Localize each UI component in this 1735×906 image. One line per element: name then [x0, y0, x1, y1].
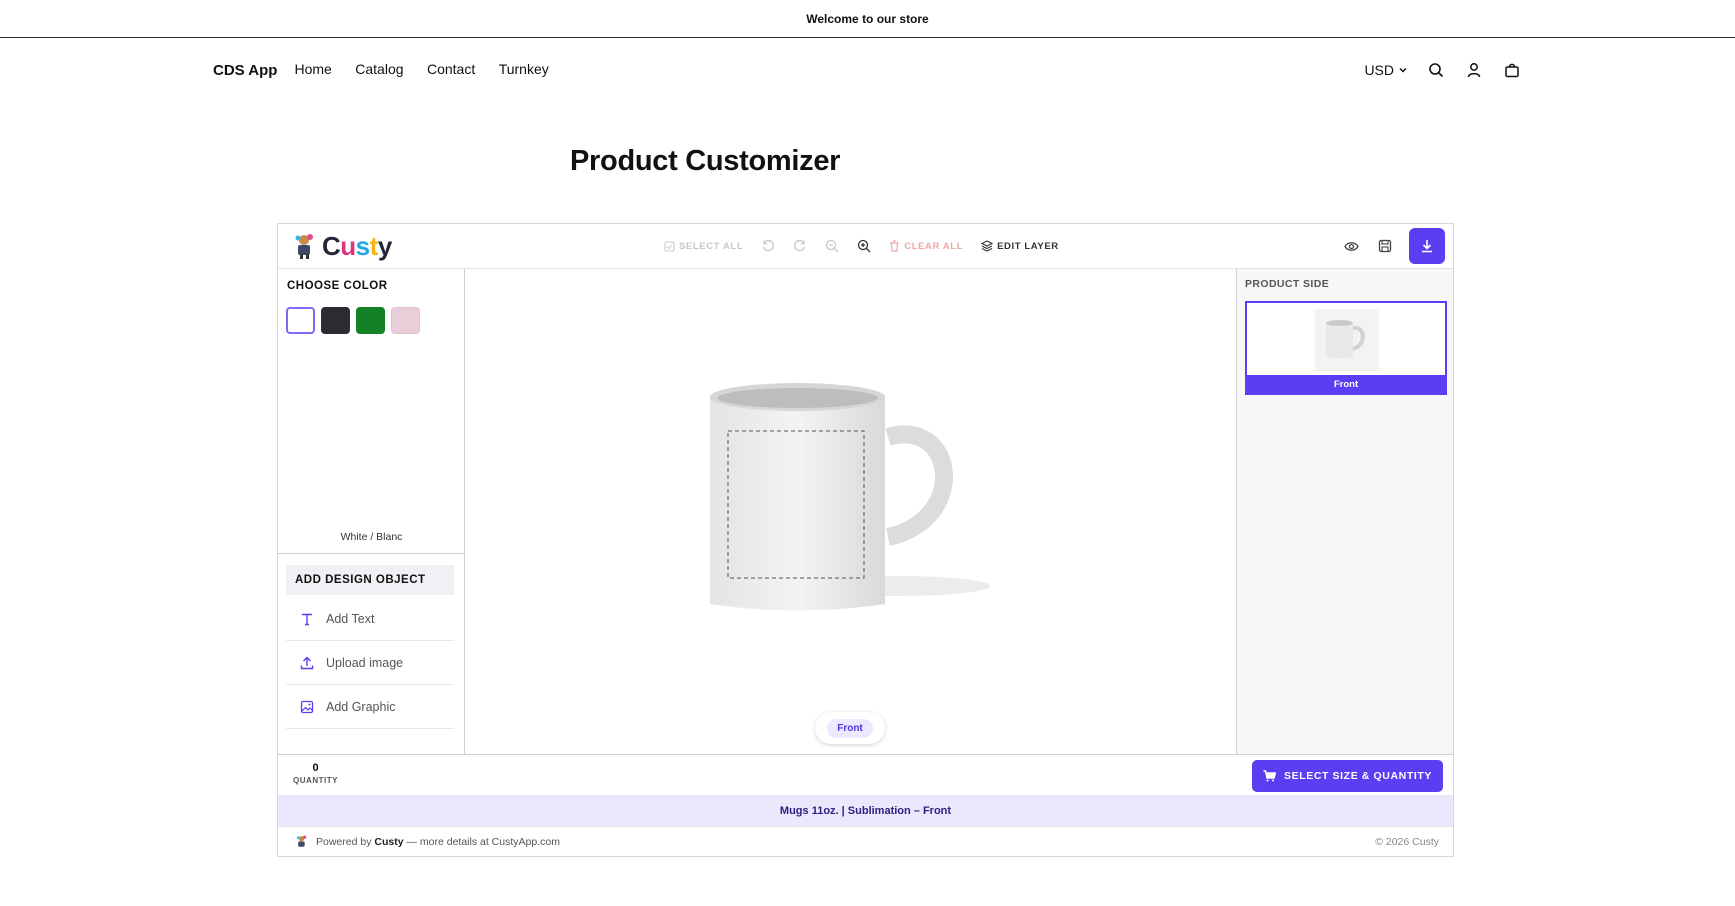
side-thumbnail [1315, 309, 1379, 371]
mug-product-image [710, 383, 990, 611]
divider [278, 553, 465, 554]
add-text-button[interactable]: Add Text [286, 597, 454, 641]
main-nav: Home Catalog Contact Turnkey [294, 61, 567, 79]
image-icon [300, 700, 314, 713]
design-actions-list: Add Text Upload image Add Graphic [286, 597, 454, 729]
quantity-value: 0 [312, 762, 319, 774]
upload-image-label: Upload image [326, 655, 404, 670]
side-card-label: Front [1247, 375, 1445, 393]
layers-icon [981, 240, 994, 252]
color-swatches [286, 307, 420, 334]
search-icon[interactable] [1426, 60, 1446, 80]
mug-thumbnail-image [1326, 320, 1365, 359]
announcement-bar: Welcome to our store [0, 0, 1735, 38]
edit-layer-label: EDIT LAYER [997, 240, 1059, 252]
mascot-icon [295, 234, 313, 259]
store-brand[interactable]: CDS App [213, 62, 277, 79]
bottom-bar: 0 QUANTITY SELECT SIZE & QUANTITY [278, 754, 1453, 795]
download-button[interactable] [1409, 228, 1445, 264]
upload-image-button[interactable]: Upload image [286, 641, 454, 685]
save-icon [1378, 239, 1392, 253]
download-icon [1422, 240, 1432, 253]
powered-suffix: — more details at CustyApp.com [406, 835, 560, 848]
color-swatch-white[interactable] [286, 307, 315, 334]
mascot-icon [296, 835, 307, 847]
preview-button[interactable] [1341, 236, 1361, 256]
chevron-down-icon [1399, 67, 1407, 73]
upload-icon [300, 656, 314, 669]
store-header: CDS App Home Catalog Contact Turnkey USD [213, 52, 1522, 88]
clear-all-label: CLEAR ALL [904, 240, 964, 252]
color-swatch-green[interactable] [356, 307, 385, 334]
design-canvas[interactable]: Front [465, 269, 1237, 754]
customizer-toolbar: Custy SELECT ALL CLEAR ALL EDIT LAYER [278, 224, 1453, 269]
redo-icon [794, 239, 806, 252]
select-all-button[interactable]: SELECT ALL [664, 241, 743, 252]
zoom-in-button[interactable] [857, 239, 871, 253]
header-actions: USD [1364, 60, 1522, 80]
clear-all-button[interactable]: CLEAR ALL [889, 240, 963, 252]
edit-tools: SELECT ALL CLEAR ALL EDIT LAYER [664, 239, 1059, 253]
nav-catalog[interactable]: Catalog [355, 61, 403, 77]
color-swatch-pink[interactable] [391, 307, 420, 334]
announcement-text: Welcome to our store [806, 11, 929, 26]
select-all-label: SELECT ALL [679, 240, 744, 252]
add-graphic-button[interactable]: Add Graphic [286, 685, 454, 729]
right-panel: PRODUCT SIDE Front [1237, 269, 1453, 754]
page-title: Product Customizer [570, 145, 841, 177]
color-swatch-black[interactable] [321, 307, 350, 334]
save-button[interactable] [1375, 236, 1395, 256]
add-design-label: ADD DESIGN OBJECT [295, 574, 426, 586]
side-card-front[interactable]: Front [1245, 301, 1447, 395]
redo-button[interactable] [793, 239, 807, 253]
select-size-quantity-button[interactable]: SELECT SIZE & QUANTITY [1252, 760, 1443, 792]
selected-color-name: White / Blanc [340, 531, 403, 543]
product-summary-bar: Mugs 11oz. | Sublimation – Front [278, 795, 1453, 826]
choose-color-label: CHOOSE COLOR [287, 280, 388, 292]
left-panel: CHOOSE COLOR White / Blanc ADD DESIGN OB… [278, 269, 465, 754]
add-graphic-label: Add Graphic [326, 699, 396, 714]
copyright: © 2026 Custy [1375, 835, 1439, 848]
customizer-footer: Powered by Custy — more details at Custy… [278, 826, 1453, 856]
quantity-label: QUANTITY [293, 776, 338, 785]
currency-value: USD [1364, 62, 1394, 78]
trash-icon [890, 240, 900, 252]
undo-icon [763, 239, 775, 252]
product-summary: Mugs 11oz. | Sublimation – Front [779, 804, 952, 817]
checkbox-icon [664, 241, 675, 251]
powered-prefix: Powered by [316, 835, 372, 848]
nav-home[interactable]: Home [294, 61, 331, 77]
zoom-out-button[interactable] [825, 239, 839, 253]
top-actions [1341, 228, 1445, 264]
quantity-display: 0 QUANTITY [293, 762, 338, 785]
text-icon [302, 613, 312, 625]
zoom-in-icon [858, 239, 871, 253]
add-design-header: ADD DESIGN OBJECT [286, 565, 454, 595]
custy-logo: Custy [290, 231, 392, 262]
add-text-label: Add Text [326, 611, 375, 626]
undo-button[interactable] [761, 239, 775, 253]
currency-selector[interactable]: USD [1364, 62, 1408, 78]
eye-icon [1343, 241, 1359, 251]
cart-icon [1263, 770, 1277, 782]
product-side-label: PRODUCT SIDE [1245, 278, 1330, 290]
customizer-app: Custy SELECT ALL CLEAR ALL EDIT LAYER CH… [277, 223, 1454, 857]
zoom-out-icon [826, 239, 839, 253]
edit-layer-button[interactable]: EDIT LAYER [981, 240, 1059, 252]
powered-brand[interactable]: Custy [374, 836, 403, 848]
select-size-quantity-label: SELECT SIZE & QUANTITY [1284, 770, 1432, 782]
canvas-side-label: Front [827, 718, 873, 738]
nav-turnkey[interactable]: Turnkey [499, 61, 549, 77]
logo-text: Custy [322, 230, 392, 261]
account-icon[interactable] [1464, 60, 1484, 80]
canvas-side-pill[interactable]: Front [815, 712, 885, 744]
nav-contact[interactable]: Contact [427, 61, 475, 77]
cart-icon[interactable] [1502, 60, 1522, 80]
